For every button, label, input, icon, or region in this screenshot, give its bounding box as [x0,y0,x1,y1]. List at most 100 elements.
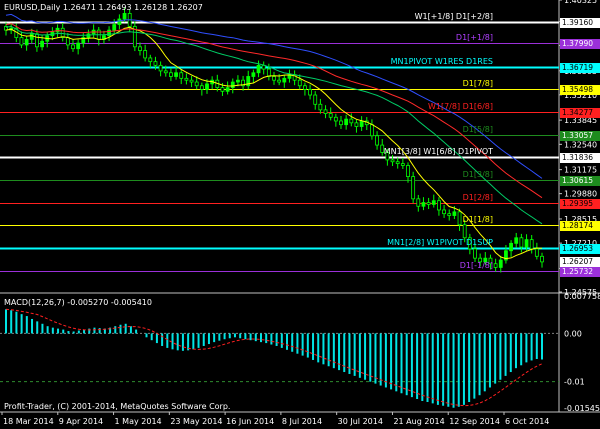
candle-body [447,213,452,216]
date-label: 18 Mar 2014 [3,417,54,426]
candle-body [277,79,282,83]
murrey-level-label: W1[+1/8] D1[+2/8] [414,11,493,21]
macd-scale-label: 0.00 [564,329,582,338]
candle-body [534,248,539,257]
candle-body [442,209,446,215]
candle-body [256,64,261,74]
candle-body [411,176,416,200]
murrey-price-tag: 1.35498 [560,84,600,95]
ohlc-values: 1.26471 1.26493 1.26128 1.26207 [62,3,203,12]
candle-body [86,33,91,38]
date-label: 12 Sep 2014 [449,417,500,426]
murrey-price-tag: 1.29395 [560,198,600,209]
current-price-tag: 1.26207 [560,256,600,267]
candle-body [390,159,395,163]
candle-body [19,37,24,46]
date-label: 23 May 2014 [170,417,222,426]
murrey-price-tag: 1.25732 [560,266,600,277]
candle-body [323,109,328,114]
candle-body [163,70,168,74]
candle-body [400,163,405,166]
candle-body [452,211,457,216]
murrey-level-label: W1[7/8] D1[6/8] [427,101,493,111]
candle-body [143,50,148,59]
candle-body [308,89,312,96]
chart-window[interactable]: 1.403251.391601.378701.365051.352101.338… [0,0,600,429]
candle-body [179,72,184,79]
candle-body [359,120,364,127]
candle-body [122,13,127,20]
candle-body [282,77,287,83]
murrey-price-tag: 1.39160 [560,17,600,28]
price-scale-label: 1.32540 [564,140,597,149]
candle-body [457,211,462,226]
candle-body [148,57,153,63]
candle-body [225,87,230,92]
price-scale-label: 1.29880 [564,190,597,199]
candle-body [514,237,519,244]
date-label: 6 Oct 2014 [505,417,549,426]
candle-body [169,72,173,77]
candle-body [76,42,81,50]
candle-body [117,18,122,25]
candle-body [421,202,426,207]
candle-body [230,81,235,88]
date-label: 21 Aug 2014 [393,417,444,426]
murrey-price-tag: 1.36719 [560,62,600,73]
candle-body [498,259,503,268]
murrey-level-label: MN1[2/8] W1PIVOT D1SUP [387,237,493,247]
candle-body [431,200,436,205]
candle-body [416,198,421,207]
candle-body [370,124,374,137]
candle-body [529,239,534,250]
date-label: 16 Jun 2014 [226,417,274,426]
murrey-level-label: MN1PIVOT W1RES D1RES [390,56,493,66]
murrey-level-label: D1[5/8] [462,124,493,134]
candle-body [174,72,178,77]
candle-body [318,103,323,111]
candle-body [462,224,467,239]
murrey-level-label: D1[-1/8] [459,260,493,270]
candle-body [426,202,431,205]
murrey-price-tag: 1.30615 [560,175,600,186]
murrey-level-label: D1[2/8] [462,192,493,202]
price-scale-label: 1.31175 [564,166,597,175]
chart-canvas[interactable]: 1.403251.391601.378701.365051.352101.338… [0,0,600,429]
candle-body [344,118,349,126]
candle-body [328,113,333,118]
candle-body [266,68,271,77]
price-scale-label: 1.40325 [564,0,597,5]
candle-body [272,76,276,81]
candle-body [297,79,302,87]
murrey-price-tag: 1.33057 [560,130,600,141]
candle-body [199,85,204,90]
candle-body [189,79,194,83]
candle-body [339,120,343,126]
macd-scale-label: -0.015454 [564,404,600,413]
murrey-price-tag: 1.37990 [560,38,600,49]
candle-body [153,61,158,66]
murrey-price-tag: 1.28174 [560,220,600,231]
candle-body [60,27,65,38]
copyright-text: Profit-Trader, (C) 2001-2014, MetaQuotes… [4,402,231,411]
candle-body [395,161,400,165]
candle-body [112,24,117,31]
candle-body [509,242,513,252]
candle-body [313,94,318,105]
macd-title: MACD(12,26,7) -0.005270 -0.005410 [4,298,152,307]
symbol-title-text: EURUSD,Daily [4,3,61,12]
candle-body [540,255,544,263]
macd-scale-label: -0.01 [564,378,585,387]
candle-body [406,165,410,177]
date-label: 8 Jul 2014 [282,417,322,426]
date-label: 30 Jul 2014 [338,417,383,426]
date-label: 1 May 2014 [115,417,162,426]
candle-body [40,40,44,48]
candle-body [375,135,379,146]
candle-body [354,122,359,127]
murrey-level-label: D1[1/8] [462,214,493,224]
candle-body [437,200,441,211]
candle-body [236,79,240,83]
macd-scale-label: 0.007758 [564,292,600,301]
candle-body [205,83,209,90]
